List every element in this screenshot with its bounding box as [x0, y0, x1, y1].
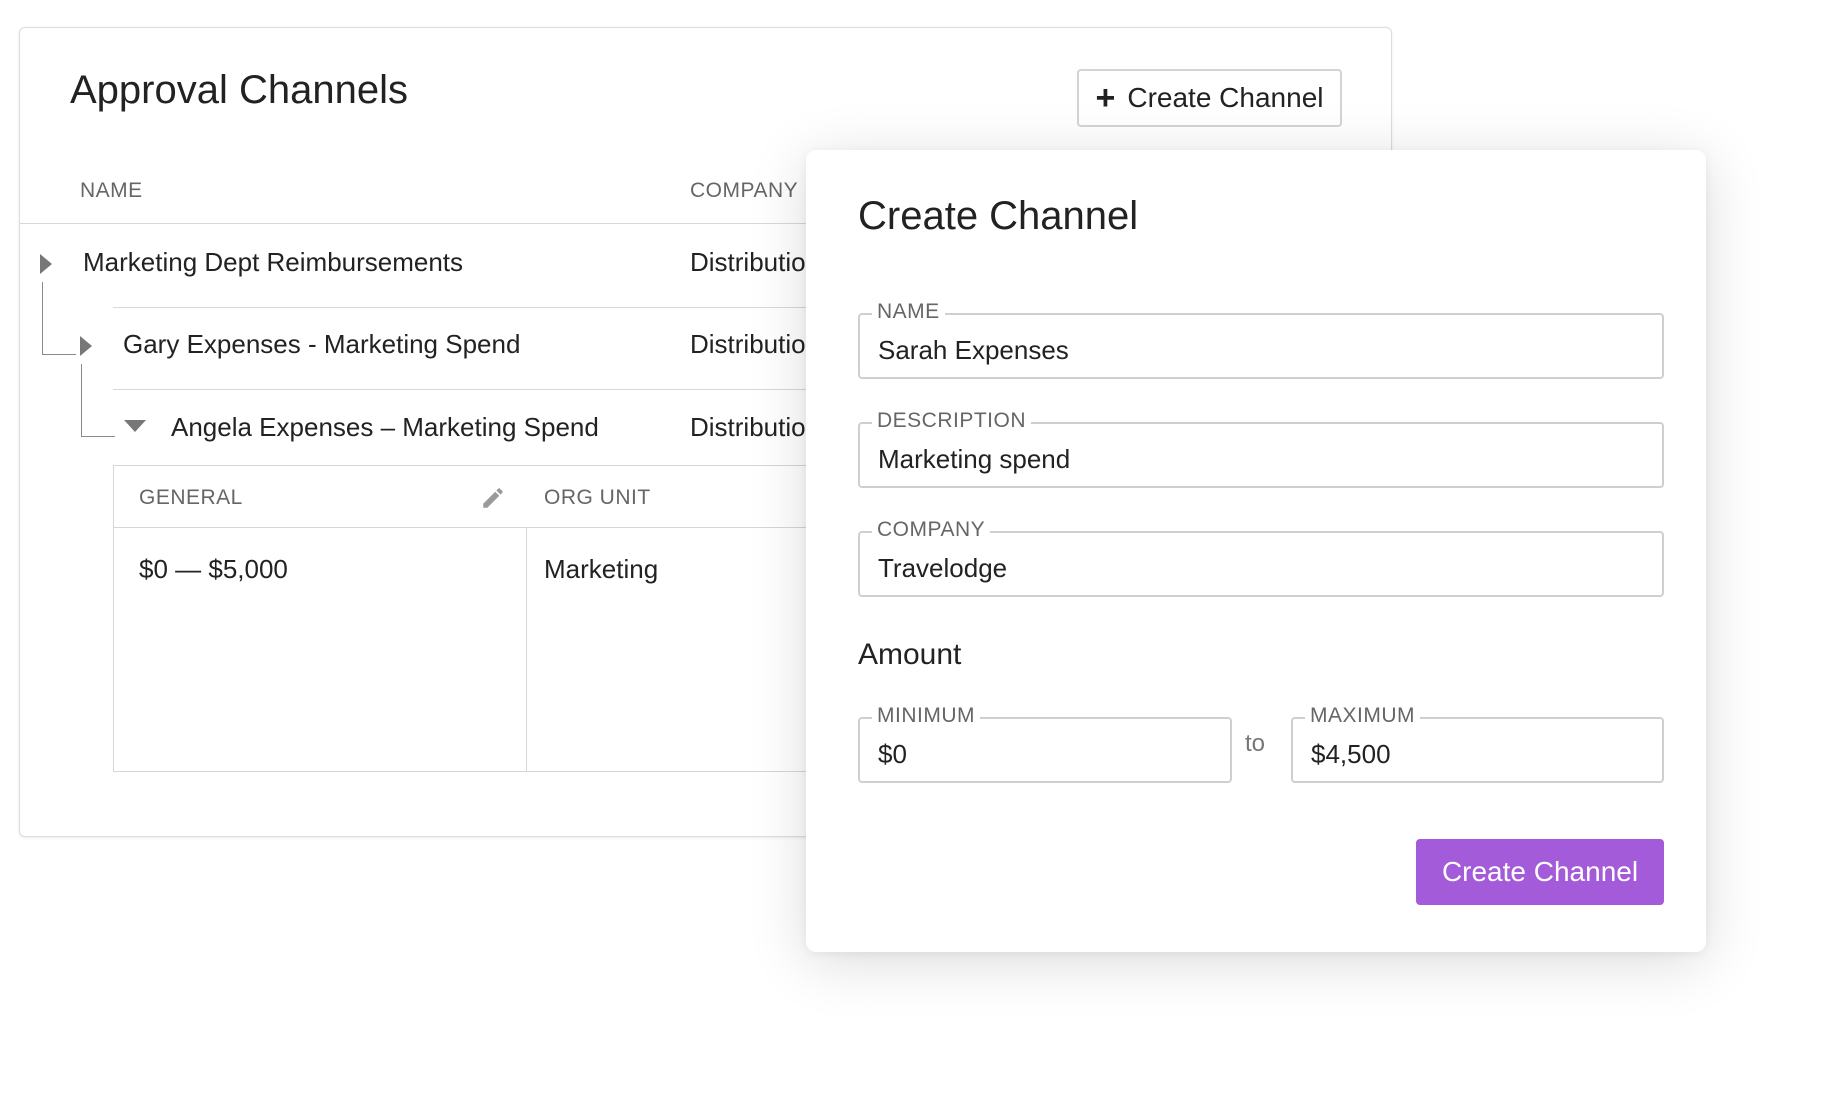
company-input[interactable]: [878, 551, 1652, 585]
row-1-name[interactable]: Marketing Dept Reimbursements: [83, 247, 463, 278]
submit-create-channel-button[interactable]: Create Channel: [1416, 839, 1664, 905]
detail-header-org-unit: ORG UNIT: [544, 486, 651, 509]
column-header-company: COMPANY: [690, 179, 799, 202]
tree-connector: [81, 364, 82, 436]
maximum-field[interactable]: MAXIMUM: [1291, 703, 1664, 783]
create-channel-button-label: Create Channel: [1127, 82, 1324, 113]
description-field-label: DESCRIPTION: [872, 408, 1032, 434]
name-input[interactable]: [878, 333, 1652, 367]
maximum-field-label: MAXIMUM: [1305, 703, 1420, 729]
range-separator: to: [1245, 730, 1266, 757]
tree-connector: [42, 282, 43, 354]
tree-connector: [81, 436, 115, 437]
company-field-label: COMPANY: [872, 517, 991, 543]
expand-row-2-icon[interactable]: [80, 336, 92, 356]
tree-connector: [42, 354, 76, 355]
row-2-company: Distribution: [690, 329, 821, 359]
collapse-row-3-icon[interactable]: [124, 420, 146, 432]
description-input[interactable]: [878, 442, 1652, 476]
page-title: Approval Channels: [70, 68, 408, 112]
modal-title: Create Channel: [858, 194, 1139, 238]
detail-header-general: GENERAL: [139, 486, 243, 509]
company-field[interactable]: COMPANY: [858, 517, 1664, 597]
detail-general-value: $0 — $5,000: [139, 554, 288, 584]
detail-org-unit-value: Marketing: [544, 554, 659, 584]
row-1-company: Distribution: [690, 247, 821, 277]
column-header-name: NAME: [80, 179, 143, 202]
expanded-detail-table: GENERAL ORG UNIT $0 — $5,000 Marketing: [113, 465, 873, 772]
row-3-company: Distribution: [690, 412, 821, 442]
create-channel-button[interactable]: + Create Channel: [1077, 69, 1342, 127]
maximum-input[interactable]: [1311, 737, 1652, 771]
expand-row-1-icon[interactable]: [40, 254, 52, 274]
minimum-field[interactable]: MINIMUM: [858, 703, 1232, 783]
detail-header: GENERAL ORG UNIT: [114, 466, 872, 528]
row-3-name[interactable]: Angela Expenses – Marketing Spend: [171, 412, 599, 443]
minimum-input[interactable]: [878, 737, 1220, 771]
minimum-field-label: MINIMUM: [872, 703, 980, 729]
create-channel-modal: Create Channel NAME DESCRIPTION COMPANY …: [806, 150, 1706, 952]
row-2-name[interactable]: Gary Expenses - Marketing Spend: [123, 329, 520, 360]
detail-column-divider: [526, 528, 527, 771]
pencil-icon[interactable]: [480, 485, 506, 511]
plus-icon: +: [1095, 79, 1116, 117]
amount-section-title: Amount: [858, 638, 962, 671]
name-field[interactable]: NAME: [858, 299, 1664, 379]
description-field[interactable]: DESCRIPTION: [858, 408, 1664, 488]
name-field-label: NAME: [872, 299, 945, 325]
